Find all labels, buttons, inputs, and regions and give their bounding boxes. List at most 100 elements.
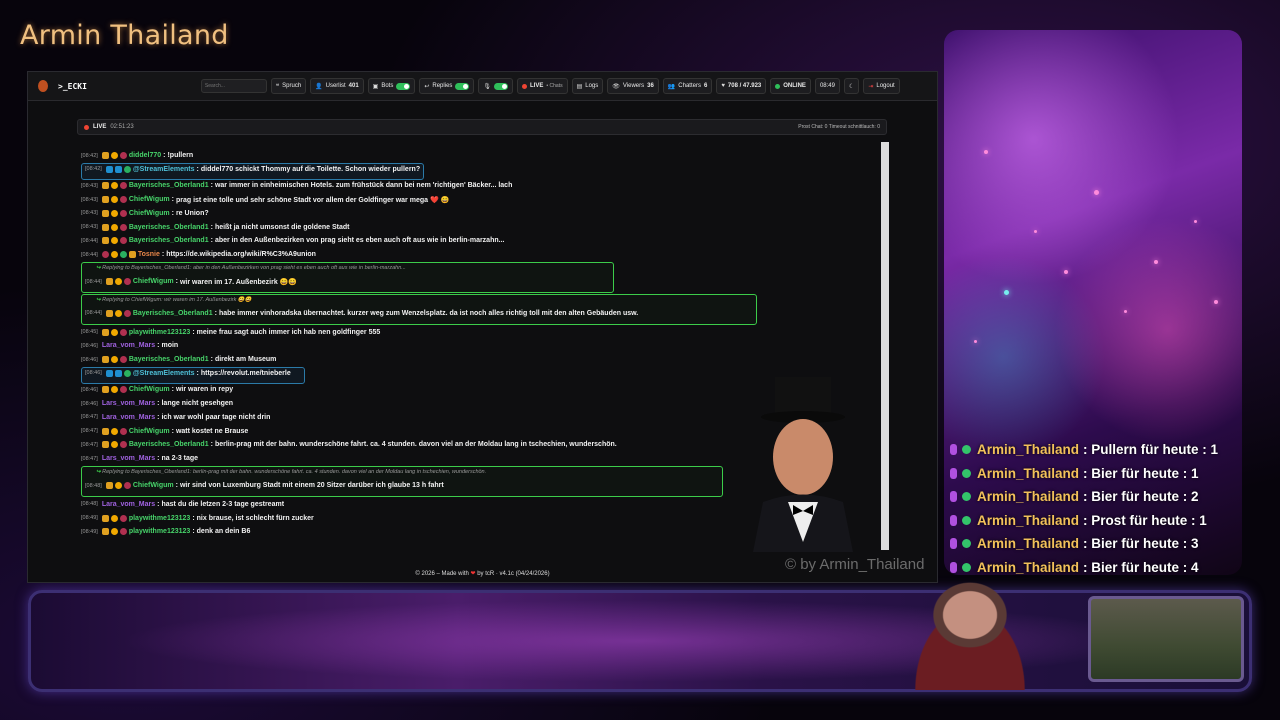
chat-username[interactable]: Lars_vom_Mars [102, 455, 155, 462]
chat-username[interactable]: playwithme123123 [129, 515, 190, 522]
chat-username[interactable]: Lara_vom_Mars [102, 501, 155, 508]
reply-text: Replying to Bayerisches_Oberland1: aber … [102, 264, 406, 271]
microphone-icon [950, 538, 957, 550]
chat-text: hast du die letzen 2-3 tage gestreamt [161, 500, 285, 508]
chat-username[interactable]: ChiefWigum [133, 278, 174, 285]
chat-username[interactable]: ChiefWigum [129, 428, 170, 435]
check-icon [962, 539, 971, 549]
separator: : [192, 528, 195, 536]
chat-username[interactable]: ChiefWigum [129, 196, 170, 203]
chat-text: wir sind von Luxemburg Stadt mit einem 2… [179, 482, 444, 489]
chat-username[interactable]: Bayerisches_Oberland1 [129, 441, 209, 448]
verified-icon [119, 251, 127, 259]
separator: : [210, 441, 213, 449]
chat-message: [08:44] Bayerisches_Oberland1: aber in den… [81, 237, 504, 245]
stat-row: Armin_Thailand: Pullern für heute : 1 [950, 438, 1240, 462]
chat-username[interactable]: @StreamElements [133, 166, 195, 173]
stat-user: Armin_Thailand [977, 512, 1080, 528]
stat-row: Armin_Thailand: Prost für heute : 1 [950, 509, 1240, 533]
followers-button[interactable]: ♥ 708 / 47.923 [716, 78, 767, 94]
timestamp: [08:46] [81, 386, 98, 393]
chat-username[interactable]: Bayerisches_Oberland1 [129, 224, 209, 231]
replies-toggle[interactable]: ↩ Replies [419, 78, 475, 94]
vip-badge-icon [114, 309, 122, 317]
microphone-icon [950, 467, 957, 479]
chat-text: nix brause, ist schlecht fürn zucker [196, 514, 314, 522]
stat-row: Armin_Thailand: Bier für heute : 3 [950, 532, 1240, 556]
chat-username[interactable]: diddel770 [129, 152, 161, 159]
star-badge-icon [119, 328, 127, 336]
bots-toggle[interactable]: ▣ Bots [367, 78, 416, 94]
userlist-button[interactable]: 👤 Userlist 401 [310, 78, 364, 94]
star-badge-icon [119, 386, 127, 394]
separator: : [171, 196, 174, 204]
chat-username[interactable]: Bayerisches_Oberland1 [129, 182, 209, 189]
logs-button[interactable]: ▤ Logs [571, 78, 604, 94]
crown-icon [105, 482, 113, 489]
chat-username[interactable]: Tosnie [138, 251, 160, 258]
chat-username[interactable]: Bayerisches_Oberland1 [129, 356, 209, 363]
separator: : [171, 386, 174, 394]
stat-user: Armin_Thailand [977, 536, 1080, 552]
live-status-label: LIVE [93, 124, 107, 130]
chatters-button[interactable]: 👥 Chatters 6 [662, 78, 713, 94]
spruch-button[interactable]: ❝ Spruch [270, 78, 307, 94]
chat-username[interactable]: Lara_vom_Mars [102, 414, 155, 421]
separator: : [192, 514, 195, 522]
chat-scrollbar[interactable] [881, 142, 889, 550]
chat-username[interactable]: Lars_vom_Mars [102, 400, 155, 407]
document-icon: ▤ [576, 83, 583, 90]
vip-badge-icon [110, 196, 118, 204]
separator: : [175, 482, 178, 489]
chat-username[interactable]: ChiefWigum [129, 210, 170, 217]
logs-label: Logs [585, 83, 599, 89]
chat-message: [08:46] Bayerisches_Oberland1: direkt am M… [81, 356, 276, 364]
vip-badge-icon [110, 386, 118, 394]
vip-badge-icon [110, 514, 118, 522]
search-input[interactable] [200, 79, 267, 93]
stat-text: : Bier für heute : 2 [1083, 489, 1199, 505]
chat-username[interactable]: ChiefWigum [129, 386, 170, 393]
chat-message: [08:49] playwithme123123: nix brause, ist … [81, 514, 314, 522]
star-badge-icon [123, 278, 131, 286]
chat-username[interactable]: Bayerisches_Oberland1 [129, 237, 209, 244]
bots-switch[interactable] [396, 82, 411, 90]
top-toolbar: >_ECKI ❝Spruch 👤Userlist401 ▣Bots ↩Repli… [28, 72, 937, 101]
mic-switch[interactable] [494, 82, 509, 90]
chat-username[interactable]: Lara_vom_Mars [102, 342, 155, 349]
chat-text: wir waren im 17. Außenbezirk 😄😄 [179, 278, 298, 286]
check-icon [962, 515, 971, 525]
live-chats-button[interactable]: LIVE • Chats [517, 78, 568, 94]
online-status: ONLINE [770, 78, 811, 94]
robot-icon: ▣ [372, 83, 379, 90]
stat-row: Armin_Thailand: Bier für heute : 2 [950, 485, 1240, 509]
vip-badge-icon [110, 209, 118, 217]
chat-username[interactable]: ChiefWigum [133, 482, 174, 489]
mic-toggle[interactable]: 🎙 [478, 78, 514, 94]
chat-message: [08:46] ChiefWigum: wir waren in repy [81, 386, 233, 394]
chat-username[interactable]: playwithme123123 [129, 329, 190, 336]
theme-toggle[interactable]: ☾ [843, 78, 860, 94]
stat-user: Armin_Thailand [977, 465, 1080, 481]
star-badge-icon [119, 427, 127, 435]
replies-switch[interactable] [455, 82, 470, 90]
crown-icon [101, 427, 109, 435]
viewers-button[interactable]: 👁 Viewers 36 [607, 78, 659, 94]
microphone-icon: 🎙 [483, 83, 492, 90]
separator: : [157, 342, 160, 350]
crown-icon [101, 514, 109, 522]
separator: : [161, 251, 165, 259]
chat-username[interactable]: playwithme123123 [129, 528, 190, 535]
chat-username[interactable]: Bayerisches_Oberland1 [133, 310, 213, 317]
timestamp: [08:48] [85, 482, 102, 489]
separator: : [210, 237, 213, 245]
eye-icon: 👁 [612, 83, 620, 90]
separator: : [196, 369, 199, 377]
logout-button[interactable]: ⇥ Logout [863, 78, 900, 94]
chat-username[interactable]: @StreamElements [133, 370, 195, 377]
chat-text: moin [161, 342, 179, 350]
separator: : [171, 427, 174, 435]
garden-camera-thumbnail [1088, 596, 1244, 682]
crown-icon [101, 441, 109, 449]
chat-message: [08:42] @StreamElements: diddel770 schickt… [85, 165, 420, 173]
